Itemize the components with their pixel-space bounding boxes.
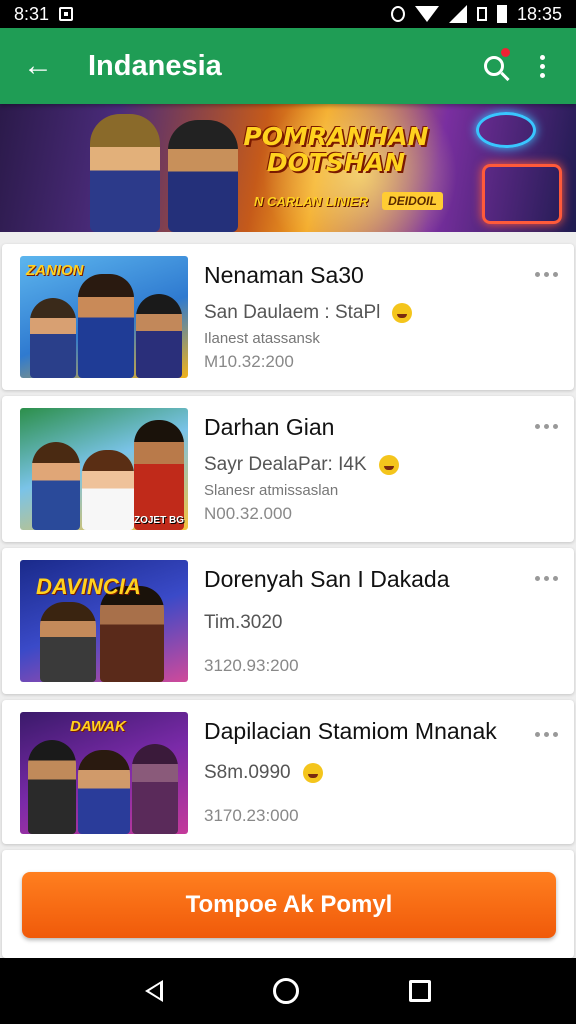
item-more-button[interactable]: [535, 424, 558, 429]
back-button[interactable]: ←: [14, 42, 62, 90]
item-price: 3120.93:200: [204, 656, 299, 675]
banner-tag-badge: DEIDOIL: [382, 192, 443, 210]
item-subtitle: San Daulaem : StaPl: [204, 302, 413, 324]
item-subtitle: Tim.3020: [204, 612, 283, 634]
banner-neon-sign: [476, 112, 536, 148]
item-subtitle: Sayr DealaPar: I4K: [204, 454, 399, 476]
status-time: 18:35: [516, 3, 562, 24]
overflow-menu-button[interactable]: [518, 42, 566, 90]
page-title: Indanesia: [88, 49, 222, 82]
banner-tagline: N CARLAN LINIER DEIDOIL: [254, 192, 443, 210]
battery-icon: [496, 5, 507, 23]
nav-back-icon[interactable]: [145, 980, 163, 1002]
system-nav-bar: [0, 958, 576, 1024]
item-title: Dapilacian Stamiom Mnanak: [204, 718, 497, 744]
signal-icon: [448, 5, 467, 23]
list-item[interactable]: DAWAK Dapilacian Stamiom Mnanak S8m.0990…: [2, 700, 574, 844]
banner-title-line1: POMRANHAN: [243, 122, 429, 151]
item-title: Dorenyah San I Dakada: [204, 566, 450, 592]
notification-dot: [501, 48, 510, 57]
item-meta: Slanesr atmissaslan: [204, 482, 339, 499]
banner-title-line2: DOTSHAN: [266, 148, 406, 178]
item-more-button[interactable]: [535, 576, 558, 581]
banner-title: POMRANHAN DOTSHAN: [236, 122, 436, 178]
item-subtitle-text: Tim.3020: [204, 612, 283, 633]
game-thumbnail: ZANION: [20, 256, 188, 378]
promo-banner[interactable]: POMRANHAN DOTSHAN N CARLAN LINIER DEIDOI…: [0, 104, 576, 232]
nav-home-icon[interactable]: [273, 978, 299, 1004]
banner-tag-text: N CARLAN LINIER: [254, 193, 369, 209]
banner-character-right: [168, 120, 238, 232]
list-item[interactable]: ZOJET BG Darhan Gian Sayr DealaPar: I4K …: [2, 396, 574, 542]
cta-container: Tompoe Ak Pomyl: [2, 850, 574, 958]
list-item[interactable]: ZANION Nenaman Sa30 San Daulaem : StaPl …: [2, 244, 574, 390]
search-icon: [484, 56, 504, 76]
smiley-icon: [302, 763, 323, 783]
app-bar: ← Indanesia: [0, 28, 576, 104]
wifi-icon: [414, 6, 439, 22]
item-title: Darhan Gian: [204, 414, 335, 440]
item-title: Nenaman Sa30: [204, 262, 364, 288]
game-thumbnail: ZOJET BG: [20, 408, 188, 530]
banner-neon-frame: [482, 164, 562, 224]
thumbnail-logo: DAVINCIA: [36, 574, 141, 599]
notification-box-icon: [59, 7, 74, 21]
back-arrow-icon: ←: [23, 49, 53, 82]
item-more-button[interactable]: [535, 732, 558, 737]
primary-cta-button[interactable]: Tompoe Ak Pomyl: [22, 872, 556, 938]
item-price: N00.32.000: [204, 504, 292, 523]
sim-icon: [476, 7, 487, 21]
thumbnail-logo: ZANION: [26, 262, 84, 279]
nav-recents-icon[interactable]: [409, 980, 431, 1002]
list-item[interactable]: DAVINCIA Dorenyah San I Dakada Tim.3020 …: [2, 548, 574, 694]
more-vert-icon: [539, 54, 545, 78]
search-button[interactable]: [470, 42, 518, 90]
smiley-icon: [378, 455, 399, 475]
game-thumbnail: DAWAK: [20, 712, 188, 834]
item-price: M10.32:200: [204, 352, 294, 371]
thumbnail-corner-label: ZOJET BG: [133, 515, 184, 526]
status-left-text: 8:31: [14, 3, 50, 24]
status-bar: 8:31 18:35: [0, 0, 576, 28]
item-more-button[interactable]: [535, 272, 558, 277]
banner-character-left: [90, 114, 160, 232]
thumbnail-logo: DAWAK: [70, 718, 126, 735]
item-subtitle-text: San Daulaem : StaPl: [204, 302, 381, 323]
item-price: 3170.23:000: [204, 806, 299, 825]
game-thumbnail: DAVINCIA: [20, 560, 188, 682]
item-meta: Ilanest atassansk: [204, 330, 320, 347]
item-subtitle: S8m.0990: [204, 762, 323, 784]
item-subtitle-text: S8m.0990: [204, 762, 291, 783]
item-subtitle-text: Sayr DealaPar: I4K: [204, 454, 367, 475]
alarm-icon: [390, 6, 405, 22]
smiley-icon: [392, 303, 413, 323]
